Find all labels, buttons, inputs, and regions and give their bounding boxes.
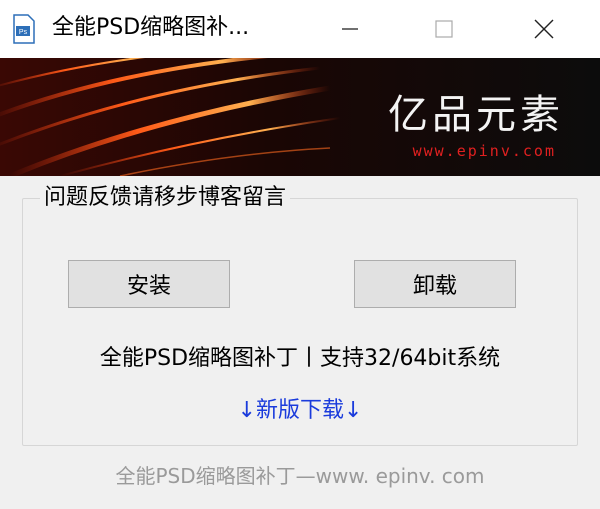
- maximize-button[interactable]: [414, 0, 474, 58]
- minimize-icon: [342, 28, 358, 30]
- brand-logo-text: 亿品元素: [388, 92, 564, 138]
- window-title: 全能PSD缩略图补...: [52, 15, 250, 40]
- install-button[interactable]: 安装: [68, 260, 230, 308]
- title-bar: Ps 全能PSD缩略图补...: [0, 0, 600, 58]
- footer-credit: 全能PSD缩略图补丁—www. epinv. com: [115, 464, 485, 488]
- download-new-version-link[interactable]: ↓新版下载↓: [0, 392, 600, 424]
- psd-file-icon: Ps: [13, 14, 35, 44]
- maximize-icon: [435, 20, 453, 38]
- close-icon: [534, 19, 554, 39]
- close-button[interactable]: [514, 0, 574, 58]
- uninstall-button[interactable]: 卸载: [354, 260, 516, 308]
- brand-url: www.epinv.com: [412, 142, 556, 160]
- support-info-text: 全能PSD缩略图补丁丨支持32/64bit系统: [99, 346, 501, 371]
- svg-text:Ps: Ps: [19, 29, 28, 36]
- groupbox-legend: 问题反馈请移步博客留言: [40, 184, 291, 212]
- minimize-button[interactable]: [320, 0, 380, 58]
